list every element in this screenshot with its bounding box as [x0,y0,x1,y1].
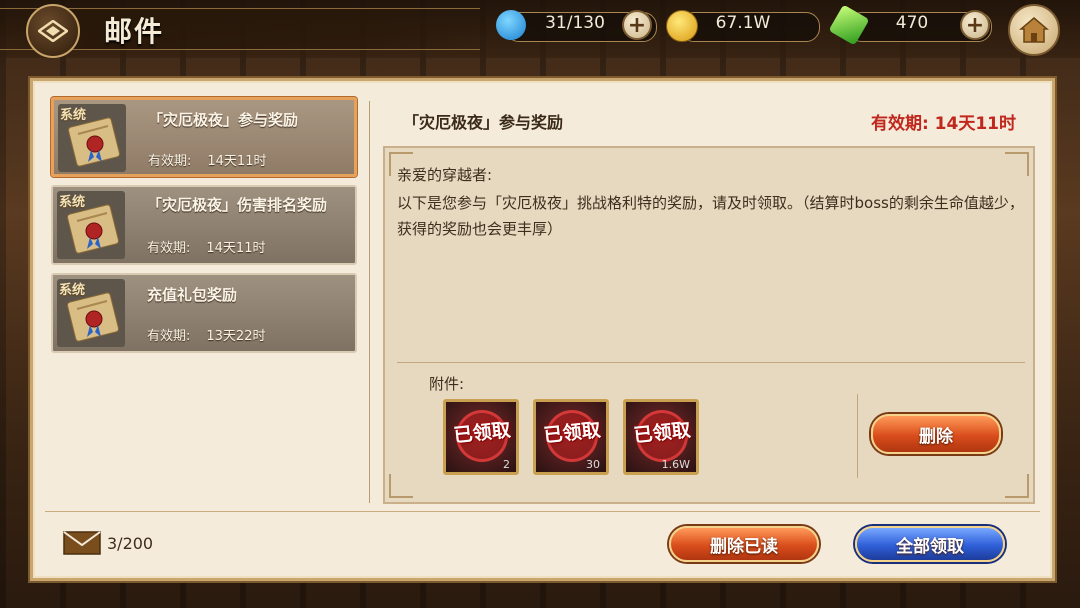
mail-expire-label: 有效期: [147,241,191,256]
home-button[interactable] [1008,4,1060,56]
delete-read-button[interactable]: 删除已读 [669,526,819,562]
mail-list: 系统 「灾厄极夜」参与奖励 有效期: 14天11时 系统 「灾厄极夜」伤害排名奖励… [51,97,357,361]
attachment-divider [397,362,1025,363]
attachment-qty: 2 [503,458,510,471]
corner-ornament [1005,152,1029,176]
mail-subject: 充值礼包奖励 [147,286,238,304]
add-gem-button[interactable]: + [960,10,990,40]
back-diamond-icon [38,20,68,42]
add-fish-button[interactable]: + [622,10,652,40]
attachment-item[interactable]: 已领取 1.6W [623,399,699,475]
mail-count-value: 3/200 [107,533,154,553]
attachment-qty: 1.6W [661,458,690,471]
attachment-label: 附件: [429,375,465,393]
envelope-icon [63,531,101,555]
mail-body: 以下是您参与「灾厄极夜」挑战格利特的奖励，请及时领取。（结算时boss的剩余生命… [397,194,1024,238]
corner-ornament [389,474,413,498]
resource-value-gem: 470 [895,13,929,33]
mail-item[interactable]: 系统 「灾厄极夜」伤害排名奖励 有效期: 14天11时 [51,185,357,265]
attachment-item[interactable]: 已领取 30 [533,399,609,475]
mail-tag: 系统 [59,283,86,298]
mail-greeting: 亲爱的穿越者: [397,166,493,184]
mail-expire-label: 有效期: [147,329,191,344]
page-title: 邮件 [104,15,165,48]
home-icon [1019,17,1049,43]
delete-button[interactable]: 删除 [871,414,1001,454]
list-divider [369,101,370,503]
mail-content-box: 亲爱的穿越者: 以下是您参与「灾厄极夜」挑战格利特的奖励，请及时领取。（结算时b… [383,146,1035,504]
claim-all-button[interactable]: 全部领取 [855,526,1005,562]
resource-value-fish: 31/130 [545,13,605,33]
mail-expire: 有效期: 14天11时 [147,237,265,256]
mail-expire: 有效期: 14天11时 [148,150,266,169]
mail-expire-value: 13天22时 [206,329,266,344]
mail-subject: 「灾厄极夜」参与奖励 [148,111,299,129]
fish-currency-icon [496,10,526,40]
mail-tag: 系统 [60,108,87,123]
mail-item[interactable]: 系统 充值礼包奖励 有效期: 13天22时 [51,273,357,353]
mail-expire-label: 有效期: [148,154,192,169]
attachment-item[interactable]: 已领取 2 [443,399,519,475]
resource-value-gold: 67.1W [715,13,771,33]
mail-tag: 系统 [59,195,86,210]
mail-expire: 有效期: 13天22时 [147,325,265,344]
back-button[interactable] [26,4,80,58]
corner-ornament [1005,474,1029,498]
gold-coin-icon [666,10,698,42]
mail-subject: 「灾厄极夜」伤害排名奖励 [147,196,328,214]
mail-expire-value: 14天11时 [207,154,267,169]
attachment-qty: 30 [586,458,600,471]
detail-title: 「灾厄极夜」参与奖励 [403,113,564,132]
attachment-vertical-divider [857,394,858,478]
mail-count: 3/200 [63,531,153,555]
mail-item[interactable]: 系统 「灾厄极夜」参与奖励 有效期: 14天11时 [51,97,357,177]
footer-divider [45,511,1040,512]
mail-panel: 系统 「灾厄极夜」参与奖励 有效期: 14天11时 系统 「灾厄极夜」伤害排名奖励… [30,78,1055,581]
mail-expire-value: 14天11时 [206,241,266,256]
detail-expire: 有效期: 14天11时 [870,114,1016,134]
